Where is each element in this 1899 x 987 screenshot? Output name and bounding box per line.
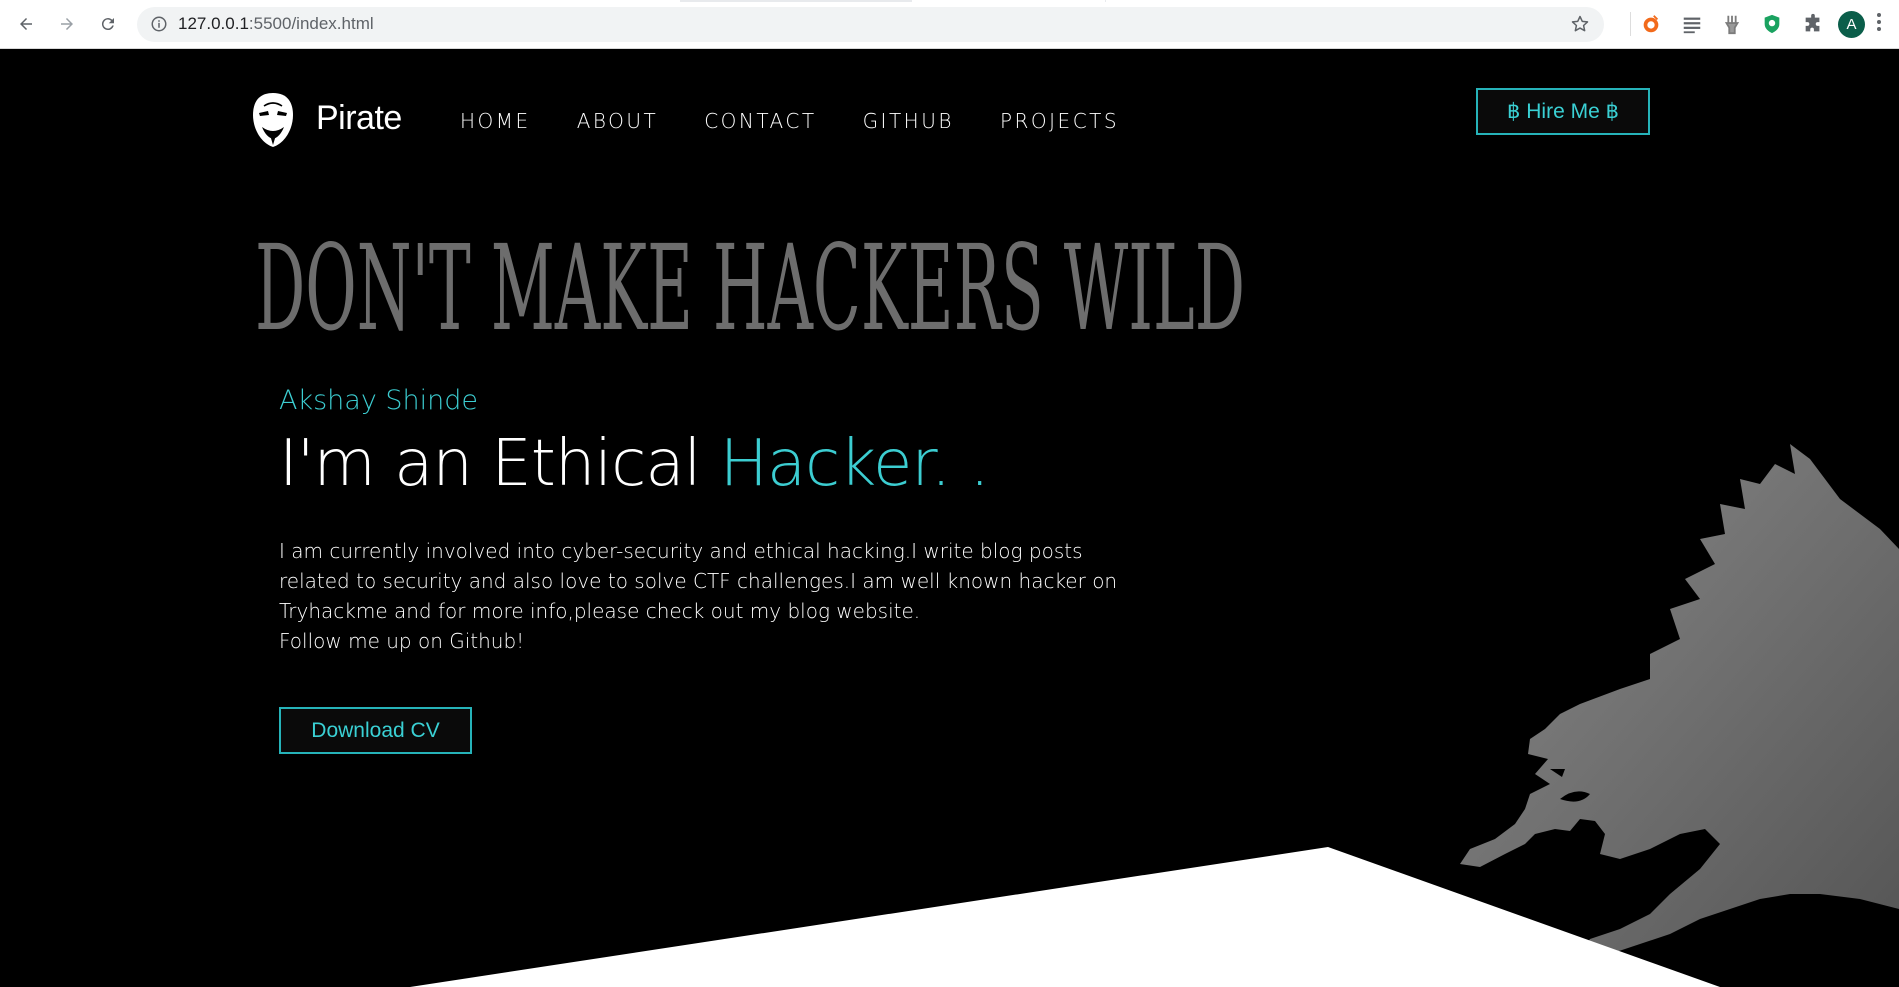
author-name: Akshay Shinde — [279, 385, 479, 416]
hire-me-button[interactable]: ฿ Hire Me ฿ — [1476, 88, 1650, 135]
loading-bar — [0, 0, 1899, 2]
bio-line: Tryhackme and for more info,please check… — [279, 599, 921, 623]
antenna-extension-icon[interactable] — [1719, 11, 1745, 37]
wolf-silhouette — [1460, 444, 1899, 954]
bio-line: Follow me up on Github! — [279, 629, 525, 653]
url-text[interactable]: 127.0.0.1:5500/index.html — [178, 14, 374, 34]
reader-icon[interactable] — [1679, 11, 1705, 37]
page-viewport: Pirate HOME ABOUT CONTACT GITHUB PROJECT… — [0, 49, 1899, 987]
nav-link-home[interactable]: HOME — [460, 109, 531, 133]
menu-kebab-icon[interactable] — [1876, 13, 1882, 35]
mask-logo-icon — [253, 93, 293, 147]
puzzle-icon[interactable] — [1800, 11, 1826, 37]
shield-extension-icon[interactable] — [1759, 11, 1785, 37]
url-host: 127.0.0.1 — [178, 14, 249, 33]
headline-accent: Hacker. . — [719, 427, 990, 501]
extension-icon[interactable] — [1638, 11, 1664, 37]
browser-toolbar: 127.0.0.1:5500/index.html A — [0, 0, 1899, 49]
reload-icon[interactable] — [96, 12, 120, 36]
back-icon[interactable] — [14, 12, 38, 36]
headline-prefix: I'm an Ethical — [279, 427, 720, 501]
nav-link-projects[interactable]: PROJECTS — [1000, 109, 1119, 133]
hero-bio: I am currently involved into cyber-secur… — [279, 536, 1139, 656]
info-icon[interactable] — [150, 15, 168, 33]
download-cv-button[interactable]: Download CV — [279, 707, 472, 754]
brand-name[interactable]: Pirate — [316, 99, 402, 138]
address-bar[interactable]: 127.0.0.1:5500/index.html — [137, 7, 1604, 42]
profile-avatar[interactable]: A — [1838, 11, 1865, 38]
hero-headline: I'm an Ethical Hacker. . — [279, 427, 990, 501]
toolbar-divider — [1630, 12, 1631, 36]
bio-line: I am currently involved into cyber-secur… — [279, 539, 1083, 563]
nav-link-github[interactable]: GITHUB — [863, 109, 954, 133]
main-nav: HOME ABOUT CONTACT GITHUB PROJECTS — [460, 109, 1165, 133]
banner-text: DON'T MAKE HACKERS WILD — [255, 219, 1245, 349]
brand-logo[interactable] — [250, 91, 296, 149]
bio-line: related to security and also love to sol… — [279, 569, 1118, 593]
hero-banner: DON'T MAKE HACKERS WILD — [255, 219, 1245, 349]
nav-link-about[interactable]: ABOUT — [577, 109, 659, 133]
bookmark-star-icon[interactable] — [1570, 14, 1590, 34]
nav-link-contact[interactable]: CONTACT — [704, 109, 816, 133]
url-path: :5500/index.html — [248, 14, 374, 33]
forward-icon[interactable] — [55, 12, 79, 36]
